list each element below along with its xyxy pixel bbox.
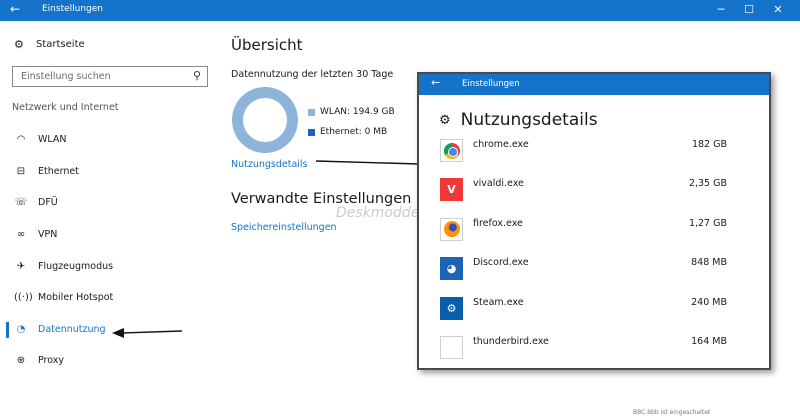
sidebar-item-proxy[interactable]: ⊕ Proxy: [0, 345, 215, 377]
list-item: firefox.exe 1,27 GB: [419, 214, 769, 253]
sidebar-item-vpn[interactable]: ∞ VPN: [0, 219, 215, 251]
search-placeholder: Einstellung suchen: [21, 71, 111, 82]
discord-icon: ◕: [440, 257, 463, 281]
sidebar-item-wlan[interactable]: ◠ WLAN: [0, 124, 215, 156]
legend-label: Ethernet: 0 MB: [320, 127, 388, 137]
storage-settings-link[interactable]: Speichereinstellungen: [231, 222, 337, 233]
home-label: Startseite: [36, 39, 85, 50]
app-name: Discord.exe: [473, 257, 529, 269]
overlay-title-bar: ← Einstellungen: [419, 74, 769, 95]
app-name: vivaldi.exe: [473, 178, 524, 190]
usage-details-link[interactable]: Nutzungsdetails: [231, 159, 308, 170]
status-text: BBC.bbb ist eingeschaltet: [633, 409, 711, 416]
sidebar-nav: ◠ WLAN ⊟ Ethernet ☏ DFÜ ∞ VPN ✈ Flugzeug…: [0, 124, 215, 377]
sidebar-item-label: DFÜ: [38, 197, 58, 209]
usage-period-label: Datennutzung der letzten 30 Tage: [231, 69, 394, 80]
list-item: ✉ thunderbird.exe 164 MB: [419, 332, 769, 368]
sidebar-item-label: Mobiler Hotspot: [38, 292, 114, 304]
thunderbird-icon: ✉: [440, 335, 463, 359]
vivaldi-icon: V: [440, 178, 463, 202]
overlay-heading: ⚙ Nutzungsdetails: [439, 110, 598, 130]
gear-icon: ⚙: [439, 112, 451, 128]
legend-swatch-ethernet: [308, 128, 315, 136]
dialup-icon: ☏: [14, 197, 28, 209]
sidebar-item-label: Datennutzung: [38, 323, 106, 335]
sidebar-item-label: Ethernet: [38, 165, 79, 177]
app-name: thunderbird.exe: [473, 335, 549, 347]
title-bar: ← Einstellungen ─ ☐ ✕: [0, 0, 800, 21]
app-size: 2,35 GB: [688, 178, 727, 190]
section-label: Netzwerk und Internet: [12, 102, 119, 113]
gear-icon: ⚙: [14, 38, 24, 51]
wifi-icon: ◠: [16, 134, 26, 146]
legend-wlan: WLAN: 194.9 GB: [308, 107, 395, 117]
list-item: ◕ Discord.exe 848 MB: [419, 253, 769, 292]
app-size: 848 MB: [691, 257, 727, 269]
app-name: chrome.exe: [473, 139, 529, 150]
annotation-arrow-left: [112, 328, 183, 338]
list-item: V vivaldi.exe 2,35 GB: [419, 174, 769, 213]
usage-donut-chart: [232, 87, 298, 153]
legend-swatch-wlan: [308, 108, 315, 116]
sidebar-item-label: Proxy: [38, 355, 65, 367]
usage-details-window: ← Einstellungen ⚙ Nutzungsdetails chrome…: [417, 72, 771, 370]
list-item: chrome.exe 182 GB: [419, 135, 769, 174]
legend-label: WLAN: 194.9 GB: [320, 107, 395, 117]
back-arrow-icon[interactable]: ←: [10, 2, 20, 16]
app-name: Steam.exe: [473, 296, 524, 308]
sidebar-item-ethernet[interactable]: ⊟ Ethernet: [0, 156, 215, 188]
sidebar-item-flugzeugmodus[interactable]: ✈ Flugzeugmodus: [0, 250, 215, 282]
overlay-heading-label: Nutzungsdetails: [460, 110, 598, 130]
overlay-window-title: Einstellungen: [462, 79, 520, 89]
app-size: 240 MB: [691, 296, 727, 308]
ethernet-icon: ⊟: [16, 165, 26, 177]
sidebar-item-dfu[interactable]: ☏ DFÜ: [0, 187, 215, 219]
page-title: Übersicht: [231, 36, 303, 54]
legend-ethernet: Ethernet: 0 MB: [308, 127, 387, 137]
home-link[interactable]: ⚙ Startseite: [14, 38, 85, 51]
chrome-icon: [440, 139, 463, 162]
app-size: 182 GB: [691, 139, 727, 150]
sidebar-item-label: Flugzeugmodus: [38, 260, 114, 272]
window-title: Einstellungen: [42, 4, 104, 14]
hotspot-icon: ((·)): [14, 292, 33, 304]
sidebar-item-label: WLAN: [38, 134, 67, 146]
data-usage-icon: ◔: [16, 323, 26, 335]
app-size: 164 MB: [691, 335, 727, 347]
back-arrow-icon[interactable]: ←: [431, 76, 440, 89]
steam-icon: ⚙: [440, 296, 463, 320]
list-item: ⚙ Steam.exe 240 MB: [419, 293, 769, 332]
sidebar-item-label: VPN: [38, 229, 58, 241]
firefox-icon: [440, 217, 463, 241]
minimize-button[interactable]: ─: [714, 3, 728, 16]
sidebar-item-hotspot[interactable]: ((·)) Mobiler Hotspot: [0, 282, 215, 314]
app-name: firefox.exe: [473, 217, 523, 229]
airplane-icon: ✈: [16, 260, 26, 272]
annotation-arrow-right: [316, 159, 432, 169]
maximize-button[interactable]: ☐: [742, 3, 756, 16]
vpn-icon: ∞: [16, 229, 26, 241]
search-icon: ⚲: [192, 69, 201, 82]
app-usage-list: chrome.exe 182 GB V vivaldi.exe 2,35 GB …: [419, 135, 769, 368]
search-input[interactable]: Einstellung suchen ⚲: [12, 66, 208, 87]
close-button[interactable]: ✕: [771, 3, 785, 16]
app-size: 1,27 GB: [688, 217, 727, 229]
globe-icon: ⊕: [16, 355, 26, 367]
